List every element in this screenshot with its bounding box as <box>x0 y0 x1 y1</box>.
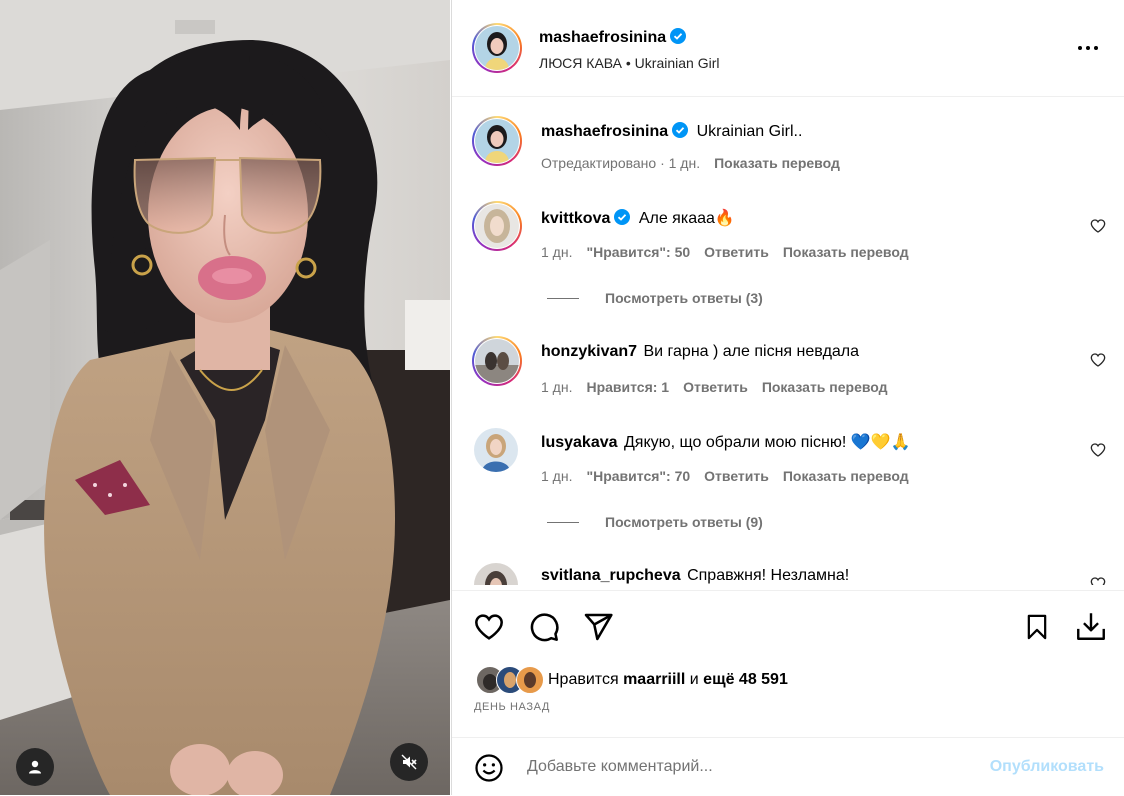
liker-username[interactable]: maarriill <box>623 671 685 688</box>
liked-by-avatars[interactable] <box>476 666 546 694</box>
share-icon[interactable] <box>582 611 614 643</box>
author-username[interactable]: mashaefrosinina <box>539 29 666 46</box>
mute-button[interactable] <box>390 743 428 781</box>
comment-icon[interactable] <box>528 611 560 643</box>
liker-avatar <box>516 666 544 694</box>
translate-link[interactable]: Показать перевод <box>783 468 909 484</box>
comment-text: Але якааа🔥 <box>638 210 735 227</box>
comment-heart-icon[interactable] <box>1090 442 1106 458</box>
comment-likes[interactable]: Нравится: 1 <box>586 379 669 395</box>
user-tag-button[interactable] <box>16 748 54 786</box>
likes-summary: Нравится maarriill и ещё 48 591 <box>548 671 788 689</box>
comment-text: Справжня! Незламна! <box>687 567 850 584</box>
comment-avatar[interactable] <box>472 201 522 251</box>
comment-likes[interactable]: "Нравится": 50 <box>586 244 690 260</box>
comment-username[interactable]: lusyakava <box>541 434 618 451</box>
heart-icon[interactable] <box>473 611 505 643</box>
post-date[interactable]: ДЕНЬ НАЗАД <box>474 701 550 713</box>
caption-avatar[interactable] <box>472 116 522 166</box>
audio-label[interactable]: ЛЮСЯ КАВА • Ukrainian Girl <box>539 55 719 71</box>
comment-text: Дякую, що обрали мою пісню! 💙💛🙏 <box>623 434 911 451</box>
comment-meta: 1 дн. "Нравится": 50 Ответить Показать пере… <box>541 244 923 260</box>
reply-button[interactable]: Ответить <box>704 244 769 260</box>
post-media[interactable] <box>0 0 450 795</box>
comment-row: honzykivan7 Ви гарна ) але пісня невдала <box>541 343 859 361</box>
comment-heart-icon[interactable] <box>1090 576 1106 585</box>
comment-heart-icon[interactable] <box>1090 218 1106 234</box>
comment-row: svitlana_rupcheva Справжня! Незламна! <box>541 567 849 585</box>
comment-time: 1 дн. <box>541 379 573 395</box>
comment-time: 1 дн. <box>541 244 573 260</box>
translate-link[interactable]: Показать перевод <box>762 379 888 395</box>
likes-conjunction: и <box>689 671 699 688</box>
user-tag-icon <box>29 760 41 774</box>
translate-link[interactable]: Показать перевод <box>783 244 909 260</box>
comment-likes[interactable]: "Нравится": 70 <box>586 468 690 484</box>
caption-text: Ukrainian Girl.. <box>696 123 803 140</box>
comment-meta: 1 дн. "Нравится": 70 Ответить Показать пере… <box>541 468 923 484</box>
comment-avatar[interactable] <box>474 428 518 472</box>
post-video-frame <box>0 0 450 795</box>
view-replies-button[interactable]: Посмотреть ответы (9) <box>547 514 763 530</box>
caption: mashaefrosinina Ukrainian Girl.. <box>541 122 802 141</box>
caption-username[interactable]: mashaefrosinina <box>541 123 668 140</box>
view-replies-button[interactable]: Посмотреть ответы (3) <box>547 290 763 306</box>
view-replies-label: Посмотреть ответы (3) <box>605 290 763 306</box>
comment-username[interactable]: honzykivan7 <box>541 343 637 360</box>
comment-username[interactable]: svitlana_rupcheva <box>541 567 681 584</box>
author-avatar[interactable] <box>472 23 522 73</box>
caption-edited: Отредактировано · 1 дн. <box>541 155 701 171</box>
verified-badge-icon <box>614 209 631 225</box>
caption-translate-link[interactable]: Показать перевод <box>714 155 840 171</box>
reply-button[interactable]: Ответить <box>704 468 769 484</box>
more-icon[interactable] <box>1076 40 1100 56</box>
comment-row: lusyakava Дякую, що обрали мою пісню! 💙💛… <box>541 432 911 452</box>
author-line: mashaefrosinina <box>539 28 687 47</box>
comment-meta: 1 дн. Нравится: 1 Ответить Показать перевод <box>541 379 902 395</box>
publish-button[interactable]: Опубликовать <box>990 758 1104 776</box>
comment-time: 1 дн. <box>541 468 573 484</box>
bookmark-icon[interactable] <box>1023 611 1051 643</box>
caption-meta: Отредактировано · 1 дн. Показать перевод <box>541 155 854 171</box>
comment-row: kvittkova Але якааа🔥 <box>541 208 735 228</box>
verified-badge-icon <box>670 28 687 44</box>
comment-username[interactable]: kvittkova <box>541 210 610 227</box>
likes-prefix: Нравится <box>548 671 619 688</box>
download-icon[interactable] <box>1074 609 1108 643</box>
verified-badge-icon <box>672 122 689 138</box>
add-comment-bar: Опубликовать <box>452 737 1124 796</box>
comments-list[interactable]: mashaefrosinina Ukrainian Girl.. Отредак… <box>452 97 1124 585</box>
comment-text: Ви гарна ) але пісня невдала <box>643 343 860 360</box>
post-side-panel: mashaefrosinina ЛЮСЯ КАВА • Ukrainian Gi… <box>451 0 1124 795</box>
emoji-icon[interactable] <box>474 753 504 783</box>
post-header: mashaefrosinina ЛЮСЯ КАВА • Ukrainian Gi… <box>452 0 1124 97</box>
comment-avatar[interactable] <box>474 563 518 585</box>
post-actions: Нравится maarriill и ещё 48 591 ДЕНЬ НАЗ… <box>452 590 1124 731</box>
mute-icon <box>401 754 417 770</box>
comment-avatar[interactable] <box>472 336 522 386</box>
view-replies-label: Посмотреть ответы (9) <box>605 514 763 530</box>
likes-count[interactable]: ещё 48 591 <box>703 671 788 688</box>
reply-button[interactable]: Ответить <box>683 379 748 395</box>
comment-input[interactable] <box>527 758 927 776</box>
comment-heart-icon[interactable] <box>1090 352 1106 368</box>
